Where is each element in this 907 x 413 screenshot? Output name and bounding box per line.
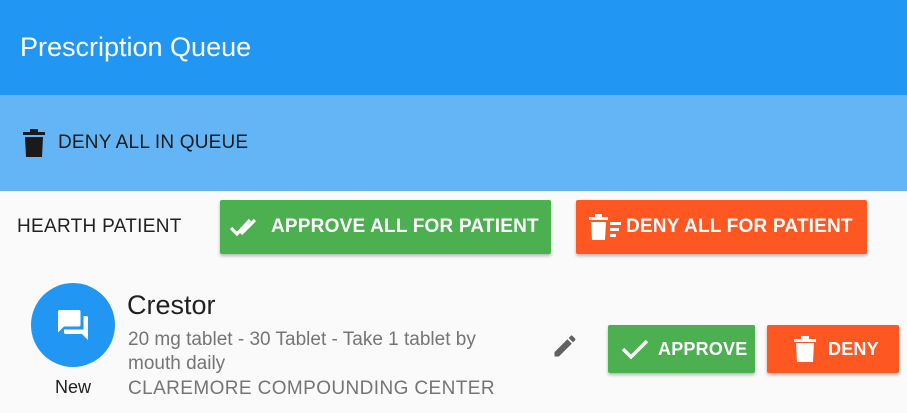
- page-title: Prescription Queue: [20, 32, 252, 62]
- status-label: New: [54, 377, 91, 397]
- double-check-icon: [229, 218, 257, 236]
- approve-label: APPROVE: [658, 338, 748, 359]
- deny-all-for-patient-label: DENY ALL FOR PATIENT: [626, 215, 853, 237]
- approve-all-for-patient-button[interactable]: APPROVE ALL FOR PATIENT: [220, 199, 551, 254]
- check-icon: [621, 339, 649, 360]
- trash-icon: [794, 336, 816, 362]
- deny-all-in-queue-label: DENY ALL IN QUEUE: [58, 132, 249, 153]
- pencil-icon[interactable]: [551, 332, 579, 360]
- patient-name: HEARTH PATIENT: [17, 215, 182, 237]
- deny-all-in-queue-button[interactable]: DENY ALL IN QUEUE: [22, 129, 248, 157]
- patient-header: HEARTH PATIENT APPROVE ALL FOR PATIENT D…: [0, 191, 907, 262]
- drug-name: Crestor: [127, 290, 216, 320]
- prescription-item: New Crestor 20 mg tablet - 30 Tablet - T…: [0, 262, 907, 413]
- avatar: [31, 283, 115, 367]
- prescription-detail: 20 mg tablet - 30 Tablet - Take 1 tablet…: [128, 329, 476, 374]
- chat-icon: [58, 310, 88, 340]
- deny-button[interactable]: DENY: [767, 325, 899, 373]
- deny-label: DENY: [828, 338, 879, 359]
- app-bar: Prescription Queue: [0, 0, 907, 95]
- deny-all-for-patient-button[interactable]: DENY ALL FOR PATIENT: [576, 199, 867, 254]
- approve-all-for-patient-label: APPROVE ALL FOR PATIENT: [271, 215, 539, 237]
- approve-button[interactable]: APPROVE: [608, 325, 755, 373]
- pharmacy-name: CLAREMORE COMPOUNDING CENTER: [128, 378, 495, 399]
- delete-sweep-icon: [589, 213, 621, 240]
- queue-toolbar: DENY ALL IN QUEUE: [0, 95, 907, 191]
- trash-icon: [23, 129, 45, 157]
